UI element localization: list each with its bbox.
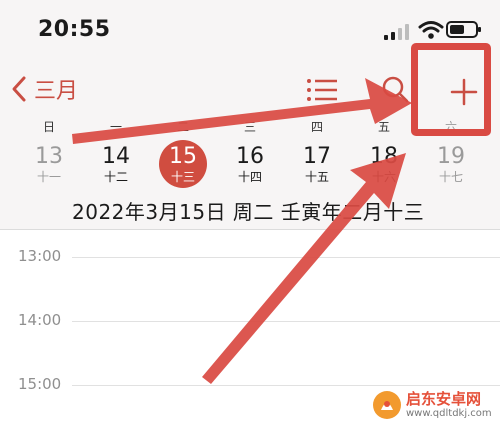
lunar-date: 十三 [170,170,195,184]
back-to-month-button[interactable]: 三月 [10,74,78,104]
chevron-left-icon [12,76,26,102]
status-time: 20:55 [38,17,111,42]
weekday-label: 二 [176,120,189,134]
date-cell[interactable]: 16 十四 [222,140,278,190]
date-number: 15 [169,144,197,169]
date-number: 19 [437,144,465,169]
site-watermark: 启东安卓网 www.qdltdkj.com [372,386,496,424]
lunar-date: 十七 [438,170,463,184]
watermark-title: 启东安卓网 [406,389,482,408]
lunar-date: 十四 [237,170,262,184]
selected-date-caption: 2022年3月15日 周二 壬寅年二月十三 [72,200,425,224]
date-number: 18 [370,144,398,169]
list-view-icon[interactable] [305,76,339,104]
lunar-date: 十二 [103,170,128,184]
search-icon[interactable] [380,74,410,104]
date-cell[interactable]: 17 十五 [289,140,345,190]
weekday-label: 一 [109,120,122,134]
watermark-logo-icon [373,391,401,419]
hour-gridline [72,321,500,322]
date-cell-selected[interactable]: 15 十三 [155,140,211,190]
date-cell[interactable]: 18 十六 [356,140,412,190]
date-number: 13 [35,144,63,169]
date-number: 16 [236,144,264,169]
lunar-date: 十五 [304,170,329,184]
date-cell[interactable]: 13 十一 [21,140,77,190]
date-number: 14 [102,144,130,169]
date-cell[interactable]: 19 十七 [423,140,479,190]
add-button-highlight-annotation [411,43,491,136]
hour-gridline [72,257,500,258]
battery-icon [446,21,481,38]
weekday-label: 五 [377,120,390,134]
weekday-label: 三 [243,120,256,134]
week-date-strip: 13 十一 14 十二 15 十三 16 十四 17 十五 18 十六 19 十… [0,140,500,192]
date-cell[interactable]: 14 十二 [88,140,144,190]
cellular-signal-icon [384,24,409,40]
weekday-label: 四 [310,120,323,134]
wifi-icon [418,21,444,39]
hour-label: 14:00 [18,311,62,329]
hour-label: 13:00 [18,247,62,265]
weekday-label: 日 [42,120,55,134]
watermark-url: www.qdltdkj.com [406,407,492,419]
lunar-date: 十六 [371,170,396,184]
hour-label: 15:00 [18,375,62,393]
lunar-date: 十一 [36,170,61,184]
month-label: 三月 [34,79,79,104]
date-number: 17 [303,144,331,169]
